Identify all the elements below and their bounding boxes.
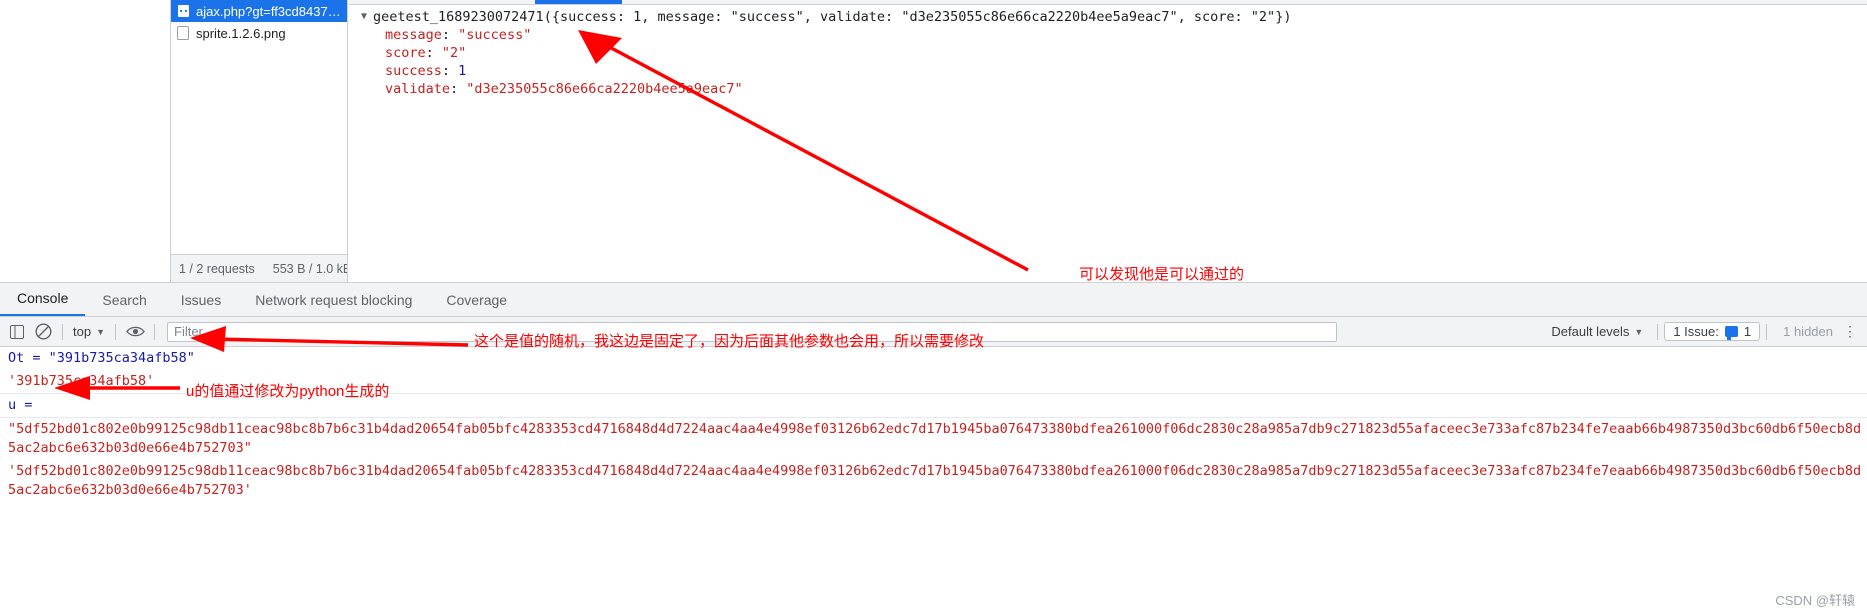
json-prop-score: score: "2" bbox=[385, 45, 467, 61]
console-row-output-u-string[interactable]: "5df52bd01c802e0b99125c98db11ceac98bc8b7… bbox=[0, 418, 1867, 460]
toolbar-divider bbox=[115, 323, 116, 340]
chevron-down-icon: ▼ bbox=[1634, 326, 1644, 337]
tab-issues-label: Issues bbox=[180, 291, 222, 308]
annotation-u-value-note: u的值通过修改为python生成的 bbox=[186, 383, 390, 400]
tab-search-label: Search bbox=[102, 291, 147, 308]
tab-console-label: Console bbox=[17, 290, 69, 306]
json-key-score: score bbox=[385, 45, 426, 61]
toolbar-divider bbox=[62, 323, 63, 340]
json-root-line[interactable]: ▼ geetest_1689230072471({success: 1, mes… bbox=[349, 8, 1867, 26]
issues-count: 1 bbox=[1743, 324, 1752, 339]
json-prop-success: success: 1 bbox=[385, 63, 467, 79]
network-status-bar: 1 / 2 requests 553 B / 1.0 kB bbox=[170, 254, 348, 282]
transfer-size-label: 553 B / 1.0 kB bbox=[272, 261, 348, 276]
clear-console-icon[interactable] bbox=[30, 319, 56, 345]
annotation-pass-note: 可以发现他是可以通过的 bbox=[1079, 266, 1245, 283]
toolbar-divider bbox=[1766, 323, 1768, 340]
drawer-tabstrip[interactable]: Console Search Issues Network request bl… bbox=[0, 283, 1867, 317]
annotation-random-note: 这个是值的随机，我这边是固定了，因为后面其他参数也会用，所以需要修改 bbox=[474, 333, 985, 350]
json-value-success: 1 bbox=[458, 63, 467, 79]
json-key-validate: validate bbox=[385, 81, 451, 97]
image-file-icon bbox=[177, 26, 190, 40]
sidebar-toggle-icon[interactable] bbox=[4, 319, 30, 345]
response-json-tree[interactable]: ▼ geetest_1689230072471({success: 1, mes… bbox=[349, 8, 1867, 98]
execution-context-label: top bbox=[73, 324, 92, 339]
console-filter-placeholder: Filter bbox=[174, 324, 203, 339]
response-tab-preview-indicator[interactable] bbox=[535, 0, 622, 4]
tab-network-request-blocking[interactable]: Network request blocking bbox=[238, 283, 429, 316]
tab-network-request-blocking-label: Network request blocking bbox=[255, 291, 413, 308]
live-expression-icon[interactable] bbox=[122, 319, 148, 345]
json-value-message: "success" bbox=[458, 27, 532, 43]
tab-search[interactable]: Search bbox=[85, 283, 163, 316]
jsonp-inline-pairs: success: 1, message: "success", validate… bbox=[559, 9, 1276, 25]
toolbar-divider bbox=[154, 323, 155, 340]
issues-label: 1 Issue: bbox=[1673, 324, 1719, 339]
request-name-label: sprite.1.2.6.png bbox=[196, 25, 286, 41]
response-tabstrip[interactable] bbox=[349, 0, 1867, 5]
issue-speech-bubble-icon bbox=[1724, 326, 1738, 340]
console-toolbar-right: Default levels ▼ 1 Issue: 1 1 hidden ⋮ bbox=[1543, 322, 1863, 341]
json-value-validate: "d3e235055c86e66ca2220b4ee5a9eac7" bbox=[466, 81, 743, 97]
hidden-messages-label[interactable]: 1 hidden bbox=[1773, 324, 1843, 339]
expand-triangle-icon[interactable]: ▼ bbox=[361, 8, 373, 26]
console-settings-kebab-icon[interactable]: ⋮ bbox=[1843, 323, 1859, 340]
issues-badge[interactable]: 1 Issue: 1 bbox=[1664, 322, 1761, 341]
request-row-ajax[interactable]: ajax.php?gt=ff3cd843746... bbox=[171, 0, 347, 22]
tab-coverage-label: Coverage bbox=[446, 291, 508, 308]
json-prop-validate: validate: "d3e235055c86e66ca2220b4ee5a9e… bbox=[385, 81, 743, 97]
json-key-message: message bbox=[385, 27, 442, 43]
tab-console[interactable]: Console bbox=[0, 282, 86, 316]
jsonp-callback-name: geetest_1689230072471 bbox=[373, 9, 544, 25]
execution-context-selector[interactable]: top ▼ bbox=[69, 324, 109, 339]
response-preview-pane: ▼ geetest_1689230072471({success: 1, mes… bbox=[349, 0, 1867, 282]
json-prop-message: message: "success" bbox=[385, 27, 532, 43]
request-name-label: ajax.php?gt=ff3cd843746... bbox=[196, 3, 347, 19]
log-levels-label: Default levels bbox=[1551, 324, 1630, 339]
json-key-success: success bbox=[385, 63, 442, 79]
network-panel: ajax.php?gt=ff3cd843746... sprite.1.2.6.… bbox=[0, 0, 1867, 282]
request-list[interactable]: ajax.php?gt=ff3cd843746... sprite.1.2.6.… bbox=[170, 0, 348, 282]
script-file-icon bbox=[177, 4, 190, 18]
toolbar-divider bbox=[1657, 323, 1659, 340]
network-left-gutter bbox=[0, 0, 170, 282]
jsonp-open-paren: ({ bbox=[543, 9, 560, 25]
requests-count-label: 1 / 2 requests bbox=[179, 261, 255, 276]
console-row-output-u-result[interactable]: '5df52bd01c802e0b99125c98db11ceac98bc8b7… bbox=[0, 460, 1867, 502]
chevron-down-icon: ▼ bbox=[96, 326, 105, 337]
jsonp-close-paren: }) bbox=[1275, 9, 1292, 25]
tab-coverage[interactable]: Coverage bbox=[429, 283, 524, 316]
tab-issues[interactable]: Issues bbox=[164, 283, 238, 316]
csdn-watermark: CSDN @轩辕 bbox=[1775, 593, 1855, 608]
log-levels-dropdown[interactable]: Default levels ▼ bbox=[1543, 324, 1651, 339]
devtools-screenshot: ajax.php?gt=ff3cd843746... sprite.1.2.6.… bbox=[0, 0, 1867, 615]
request-row-sprite[interactable]: sprite.1.2.6.png bbox=[171, 22, 347, 44]
json-value-score: "2" bbox=[441, 45, 467, 61]
